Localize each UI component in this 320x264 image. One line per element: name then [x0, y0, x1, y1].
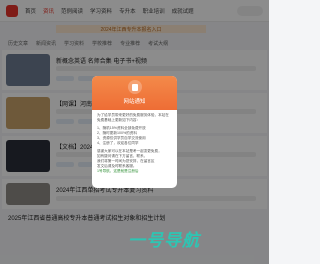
modal-link[interactable]: 1号导航，这是就是注册后 [97, 169, 172, 174]
document-icon [127, 80, 142, 94]
modal-header: 网站通知 [92, 76, 177, 110]
modal-body: 为了给学员带来更好的免费服务体验，本站在 免费基础上更新如下内容： 1、随机15… [92, 110, 177, 174]
site-watermark: 一号导航 [128, 231, 200, 250]
modal-title: 网站通知 [123, 99, 146, 105]
notice-modal: 网站通知 为了给学员带来更好的免费服务体验，本站在 免费基础上更新如下内容： 1… [92, 76, 177, 188]
